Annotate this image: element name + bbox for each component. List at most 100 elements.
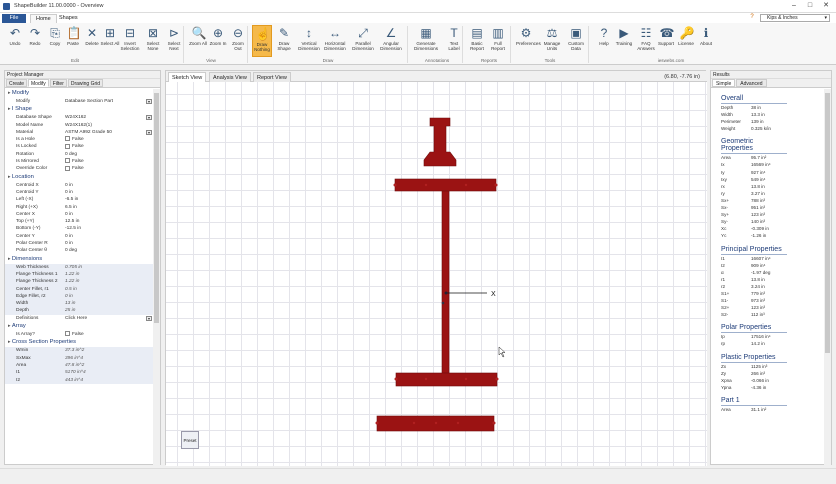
checkbox[interactable]	[65, 331, 70, 337]
draw-shape-button[interactable]: ✎ Draw Shape	[274, 25, 294, 57]
property-value[interactable]: 0.5 in	[63, 286, 153, 293]
property-section-header[interactable]: Modify	[5, 89, 153, 98]
property-value[interactable]: ASTM A992 Grade 50 ▾	[63, 129, 153, 136]
preset-dock-button[interactable]: Preset	[181, 431, 199, 449]
tab-create[interactable]: Create	[6, 79, 28, 87]
select-all-button[interactable]: ⊞ Select All	[100, 25, 120, 57]
manage-units-button[interactable]: ⚖ Manage Units	[542, 25, 562, 57]
property-scrollbar[interactable]	[153, 89, 160, 465]
property-value[interactable]: 13 in	[63, 300, 153, 307]
property-value[interactable]: False	[63, 331, 153, 338]
property-value[interactable]: -6.5 in	[63, 196, 153, 203]
property-section-header[interactable]: I Shape	[5, 105, 153, 115]
delete-button[interactable]: ✕ Delete	[82, 25, 102, 57]
property-value[interactable]: 47.8 in^2	[63, 362, 153, 369]
horizontal-dimension-button[interactable]: ↔ Horizontal Dimension	[322, 25, 348, 57]
property-value[interactable]: W24X162(1)	[63, 122, 153, 129]
paste-button[interactable]: 📋 Paste	[63, 25, 83, 57]
property-section-header[interactable]: Dimensions	[5, 254, 153, 264]
sketch-grid[interactable]: X	[166, 82, 707, 466]
undo-button[interactable]: ↶ Undo	[5, 25, 25, 57]
property-section-header[interactable]: Cross Section Properties	[5, 338, 153, 348]
property-section-header[interactable]: Location	[5, 172, 153, 182]
property-value[interactable]: 396 in^4	[63, 355, 153, 362]
property-value[interactable]: 0 in	[63, 233, 153, 240]
parallel-dimension-button[interactable]: ⤢ Parallel Dimension	[350, 25, 376, 57]
support-button[interactable]: ☎ Support	[656, 25, 676, 57]
property-value[interactable]: False	[63, 143, 153, 150]
checkbox[interactable]	[65, 158, 70, 164]
zoom-in-button[interactable]: ⊕ Zoom In	[208, 25, 228, 57]
checkbox[interactable]	[65, 143, 70, 149]
property-value[interactable]: False	[63, 136, 153, 143]
property-value[interactable]: 1.22 in	[63, 271, 153, 278]
property-value[interactable]: 6.5 in	[63, 204, 153, 211]
preferences-button[interactable]: ⚙ Preferences	[516, 25, 541, 57]
zoom-out-button[interactable]: ⊖ Zoom Out	[228, 25, 248, 57]
top-flange[interactable]	[394, 178, 497, 192]
property-section-header[interactable]: Array	[5, 322, 153, 332]
tab-filter[interactable]: Filter	[49, 79, 67, 87]
property-value[interactable]: W24X162 ▾	[63, 114, 153, 121]
tab-report-view[interactable]: Report View	[253, 72, 291, 82]
property-value[interactable]: False	[63, 158, 153, 165]
property-value[interactable]: 25 in	[63, 307, 153, 314]
chevron-down-icon[interactable]: ▾	[146, 115, 152, 121]
property-value[interactable]: 1.22 in	[63, 278, 153, 285]
tab-sketch-view[interactable]: Sketch View	[168, 72, 207, 82]
help-button[interactable]: ? Help	[594, 25, 614, 57]
scrollbar-thumb[interactable]	[154, 93, 159, 323]
property-value[interactable]: 0 in	[63, 240, 153, 247]
about-button[interactable]: ℹ About	[696, 25, 716, 57]
generate-dimensions-button[interactable]: ▦ Generate Dimensions	[413, 25, 439, 57]
tab-modify[interactable]: Modify	[28, 79, 49, 87]
vertical-dimension-button[interactable]: ↕ Vertical Dimension	[296, 25, 322, 57]
draw-nothing-button[interactable]: ☝ Draw Nothing	[252, 25, 272, 57]
property-value[interactable]: 12.5 in	[63, 218, 153, 225]
invert-selection-button[interactable]: ⊟ Invert Selection	[120, 25, 140, 57]
select-none-button[interactable]: ⊠ Select None	[143, 25, 163, 57]
help-question-icon[interactable]: ?	[748, 14, 756, 22]
property-value[interactable]: 443 in^4	[63, 377, 153, 384]
tab-analysis-view[interactable]: Analysis View	[209, 72, 251, 82]
property-value[interactable]: 0 in	[63, 293, 153, 300]
tab-shapes[interactable]: Shapes	[54, 14, 83, 23]
property-value[interactable]: 0 in	[63, 189, 153, 196]
property-value[interactable]: False	[63, 165, 153, 172]
bottom-flange[interactable]	[395, 372, 498, 387]
copy-button[interactable]: ⎘ Copy	[45, 25, 65, 57]
checkbox[interactable]	[65, 136, 70, 142]
scrollbar-thumb[interactable]	[825, 93, 830, 353]
web[interactable]	[441, 190, 450, 385]
angular-dimension-button[interactable]: ∠ Angular Dimension	[378, 25, 404, 57]
faq-answers-button[interactable]: ☷ FAQ Answers	[636, 25, 656, 57]
property-value[interactable]: 0 in	[63, 182, 153, 189]
shape-drawing[interactable]: X	[166, 82, 707, 466]
chevron-down-icon[interactable]: ▾	[146, 99, 152, 104]
property-value[interactable]: Click Here ▾	[63, 315, 153, 322]
top-tee-shape[interactable]	[423, 117, 457, 167]
maximize-icon[interactable]: □	[802, 1, 818, 11]
redo-button[interactable]: ↷ Redo	[25, 25, 45, 57]
property-value[interactable]: 0.705 in	[63, 264, 153, 271]
close-icon[interactable]: ✕	[818, 1, 834, 11]
property-value[interactable]: -12.5 in	[63, 225, 153, 232]
tab-advanced[interactable]: Advanced	[736, 79, 767, 87]
minimize-icon[interactable]: –	[786, 1, 802, 11]
units-select[interactable]: Kips & Inches	[760, 14, 830, 22]
property-value[interactable]: 37.3 in^2	[63, 347, 153, 354]
training-button[interactable]: ▶ Training	[614, 25, 634, 57]
tab-drawing-grid[interactable]: Drawing Grid	[67, 79, 104, 87]
property-value[interactable]: Database Section Part ▾	[63, 98, 153, 105]
basic-report-button[interactable]: ▤ Basic Report	[467, 25, 487, 57]
full-report-button[interactable]: ▥ Full Report	[488, 25, 508, 57]
zoom-all-button[interactable]: 🔍 Zoom All	[188, 25, 208, 57]
tab-home[interactable]: Home	[30, 14, 57, 23]
property-value[interactable]: 0 in	[63, 211, 153, 218]
tab-simple[interactable]: Simple	[712, 79, 736, 87]
select-next-button[interactable]: ⊳ Select Next	[164, 25, 184, 57]
property-value[interactable]: 0 deg	[63, 247, 153, 254]
property-value[interactable]: 0 deg	[63, 151, 153, 158]
chevron-down-icon[interactable]: ▾	[146, 315, 152, 321]
results-scrollbar[interactable]	[824, 89, 831, 465]
